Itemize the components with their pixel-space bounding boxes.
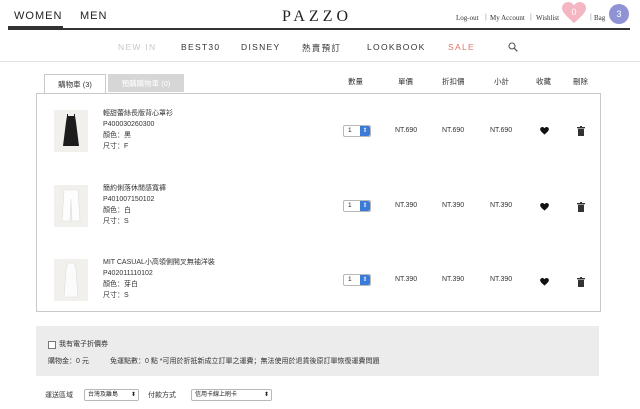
gender-men-tab[interactable]: MEN [80, 10, 107, 22]
trash-icon[interactable] [577, 202, 585, 212]
nav-disney[interactable]: DISNEY [241, 42, 280, 52]
chevron-updown-icon: ⇕ [360, 126, 370, 136]
my-account-link[interactable]: My Account [490, 14, 525, 22]
region-value: 台灣及離島 [88, 392, 119, 398]
column-header-delete: 刪除 [573, 77, 588, 86]
product-sku: P400030260300 [103, 121, 155, 128]
cart-panel-border [600, 93, 601, 312]
bag-link[interactable]: Bag [594, 14, 605, 22]
wishlist-link[interactable]: Wishlist [536, 14, 559, 22]
region-select[interactable]: 台灣及離島 ⬍ [84, 389, 139, 401]
region-label: 運送區域 [45, 392, 73, 399]
white-dress-image [63, 262, 79, 298]
black-top-image [63, 114, 79, 146]
favorite-heart-icon[interactable] [540, 127, 549, 135]
shopping-credit-text: 購物金：0 元 [48, 358, 89, 365]
product-thumbnail[interactable] [54, 185, 88, 227]
subtotal: NT.390 [490, 202, 513, 209]
product-size: 尺寸：F [103, 143, 129, 150]
nav-new-in[interactable]: NEW IN [118, 42, 157, 52]
tab-preorder-cart[interactable]: 預購購物車 (0) [108, 74, 184, 92]
product-size: 尺寸：S [103, 218, 129, 225]
column-header-favorite: 收藏 [536, 77, 551, 86]
link-separator: | [530, 14, 532, 21]
cart-panel-border [36, 93, 601, 94]
discount-price: NT.390 [442, 276, 465, 283]
quantity-value: 1 [348, 127, 352, 134]
product-sku: P401007150102 [103, 196, 155, 203]
quantity-value: 1 [348, 276, 352, 283]
favorite-heart-icon[interactable] [540, 203, 549, 211]
product-info: 輕甜蕾絲長版背心罩衫 P400030260300 顏色：黑 尺寸：F [103, 108, 173, 152]
product-size: 尺寸：S [103, 292, 129, 299]
product-thumbnail[interactable] [54, 110, 88, 152]
product-name[interactable]: 簡約俐落休閒感寬褲 [103, 183, 166, 194]
product-name[interactable]: MIT CASUAL小高領側開叉無袖洋裝 [103, 257, 215, 268]
product-name[interactable]: 輕甜蕾絲長版背心罩衫 [103, 108, 173, 119]
trash-icon[interactable] [577, 277, 585, 287]
cart-panel-border [36, 93, 37, 312]
subtotal: NT.690 [490, 127, 513, 134]
column-header-price: 單價 [398, 77, 413, 86]
nav-lookbook[interactable]: LOOKBOOK [367, 42, 426, 52]
trash-icon[interactable] [577, 126, 585, 136]
column-header-quantity: 數量 [348, 77, 363, 86]
product-info: MIT CASUAL小高領側開叉無袖洋裝 P402011110102 顏色：芽白… [103, 257, 215, 301]
tab-cart[interactable]: 購物車 (3) [44, 74, 106, 93]
discount-price: NT.690 [442, 127, 465, 134]
favorite-heart-icon[interactable] [540, 278, 549, 286]
brand-logo[interactable]: PAZZO [282, 8, 352, 26]
nav-divider [0, 61, 640, 62]
payment-value: 信用卡線上刷卡 [195, 392, 238, 398]
column-header-discount: 折扣價 [442, 77, 465, 86]
unit-price: NT.390 [395, 202, 418, 209]
chevron-updown-icon: ⇕ [360, 201, 370, 211]
coupon-checkbox[interactable] [48, 341, 56, 349]
shipping-points-text: 免運點數：0 點 *可用於折抵新成立訂單之運費；無法使用於退貨後原訂單恢復運費問… [110, 358, 380, 365]
chevron-updown-icon: ⇕ [360, 275, 370, 285]
payment-select[interactable]: 信用卡線上刷卡 ⬍ [191, 389, 272, 401]
product-color: 顏色：白 [103, 207, 131, 214]
nav-sale[interactable]: SALE [448, 42, 475, 52]
unit-price: NT.390 [395, 276, 418, 283]
quantity-select[interactable]: 1 ⇕ [343, 200, 371, 212]
header-divider [8, 28, 630, 30]
nav-hot-preorder[interactable]: 熱賣預訂 [302, 42, 341, 54]
subtotal: NT.390 [490, 276, 513, 283]
search-icon[interactable] [508, 42, 518, 52]
gender-active-indicator [8, 26, 63, 30]
column-header-subtotal: 小計 [494, 77, 509, 86]
unit-price: NT.690 [395, 127, 418, 134]
product-color: 顏色：黑 [103, 132, 131, 139]
quantity-select[interactable]: 1 ⇕ [343, 274, 371, 286]
product-color: 顏色：芽白 [103, 281, 138, 288]
wishlist-count: 0 [571, 7, 577, 17]
product-info: 簡約俐落休閒感寬褲 P401007150102 顏色：白 尺寸：S [103, 183, 166, 227]
coupon-checkbox-label[interactable]: 我有電子折價券 [59, 339, 108, 349]
nav-best30[interactable]: BEST30 [181, 42, 220, 52]
bag-count-badge[interactable]: 3 [609, 4, 629, 24]
link-separator: | [590, 14, 592, 21]
white-pants-image [61, 189, 81, 222]
product-sku: P402011110102 [103, 270, 153, 277]
cart-panel-border [36, 311, 601, 312]
gender-women-tab[interactable]: WOMEN [14, 10, 62, 22]
product-thumbnail[interactable] [54, 259, 88, 301]
chevron-down-icon: ⬍ [130, 392, 136, 398]
quantity-value: 1 [348, 202, 352, 209]
chevron-down-icon: ⬍ [263, 392, 269, 398]
payment-label: 付款方式 [148, 392, 176, 399]
coupon-section [36, 326, 599, 376]
quantity-select[interactable]: 1 ⇕ [343, 125, 371, 137]
link-separator: | [485, 14, 487, 21]
logout-link[interactable]: Log-out [456, 14, 479, 22]
discount-price: NT.390 [442, 202, 465, 209]
